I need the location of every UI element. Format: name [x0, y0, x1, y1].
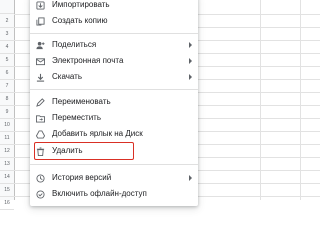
menu-item-rename[interactable]: Переименовать [30, 94, 198, 110]
menu-item-label: Поделиться [52, 40, 97, 49]
email-icon [35, 56, 45, 66]
offline-icon [35, 189, 45, 199]
row-number[interactable]: 8 [0, 92, 14, 106]
row-number[interactable]: 4 [0, 40, 14, 54]
row-number[interactable]: 6 [0, 66, 14, 80]
rename-icon [35, 97, 45, 107]
menu-item-label: История версий [52, 173, 112, 182]
menu-divider [30, 164, 198, 165]
menu-item-label: Импортировать [52, 0, 110, 9]
delete-highlight-box [34, 142, 134, 160]
menu-item-email[interactable]: Электронная почта [30, 53, 198, 69]
menu-item-offline[interactable]: Включить офлайн-доступ [30, 186, 198, 202]
row-number[interactable]: 7 [0, 79, 14, 93]
row-number[interactable]: 12 [0, 144, 14, 158]
menu-item-download[interactable]: Скачать [30, 69, 198, 85]
menu-item-label: Переместить [52, 113, 102, 122]
menu-item-label: Включить офлайн-доступ [52, 189, 147, 198]
submenu-arrow-icon [189, 175, 192, 181]
menu-item-add-shortcut[interactable]: Добавить ярлык на Диск [30, 126, 198, 142]
drive-shortcut-icon [35, 129, 45, 139]
share-person-add-icon [35, 40, 45, 50]
menu-item-label: Переименовать [52, 97, 111, 106]
menu-item-label: Электронная почта [52, 56, 124, 65]
menu-item-move[interactable]: Переместить [30, 110, 198, 126]
file-menu: Импортировать Создать копию Поделиться Э… [30, 0, 198, 206]
menu-item-make-copy[interactable]: Создать копию [30, 13, 198, 29]
row-number[interactable]: 10 [0, 118, 14, 132]
row-number[interactable]: 3 [0, 27, 14, 41]
submenu-arrow-icon [189, 58, 192, 64]
row-number[interactable]: 16 [0, 196, 14, 210]
menu-item-label: Добавить ярлык на Диск [52, 129, 143, 138]
menu-item-label: Скачать [52, 72, 82, 81]
row-number[interactable]: 11 [0, 131, 14, 145]
row-number[interactable] [0, 0, 14, 14]
menu-item-import[interactable]: Импортировать [30, 0, 198, 13]
row-number-column: 2 3 4 5 6 7 8 9 10 11 12 13 14 15 16 [0, 0, 15, 210]
menu-divider [30, 89, 198, 90]
download-icon [35, 72, 45, 82]
history-icon [35, 173, 45, 183]
menu-item-version-history[interactable]: История версий [30, 170, 198, 186]
row-number[interactable]: 5 [0, 53, 14, 67]
row-number[interactable]: 14 [0, 170, 14, 184]
submenu-arrow-icon [189, 74, 192, 80]
copy-icon [35, 16, 45, 26]
menu-item-label: Создать копию [52, 16, 108, 25]
import-icon [35, 0, 45, 10]
submenu-arrow-icon [189, 42, 192, 48]
move-folder-icon [35, 113, 45, 123]
row-number[interactable]: 9 [0, 105, 14, 119]
menu-item-share[interactable]: Поделиться [30, 37, 198, 53]
row-number[interactable]: 2 [0, 14, 14, 28]
row-number[interactable]: 13 [0, 157, 14, 171]
menu-divider [30, 33, 198, 34]
row-number[interactable]: 15 [0, 183, 14, 197]
